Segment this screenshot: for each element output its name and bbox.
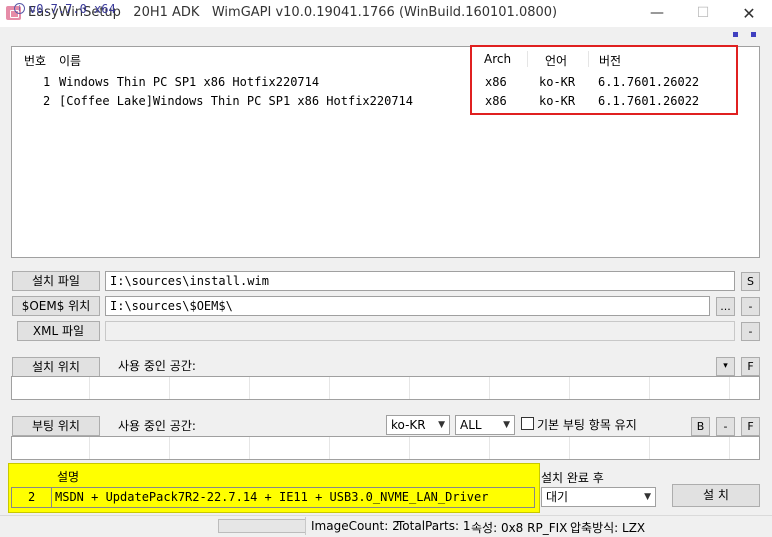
boot-b-button[interactable]: B <box>691 417 710 436</box>
description-header[interactable]: 설명 <box>57 468 79 485</box>
xml-file-button[interactable]: XML 파일 <box>17 321 100 341</box>
install-button[interactable]: 설 치 <box>672 484 760 507</box>
after-install-value: 대기 <box>546 490 569 504</box>
status-image-count: ImageCount: 2 <box>311 519 400 533</box>
status-compression: 압축방식: LZX <box>570 521 646 535</box>
boot-remove-button[interactable]: - <box>716 417 735 436</box>
boot-scope-select[interactable]: ALL ▼ <box>455 415 515 435</box>
version-label: v0.7.7.0 x64 <box>29 2 116 16</box>
info-icon[interactable]: i <box>14 3 25 14</box>
chevron-down-icon: ▼ <box>644 492 651 502</box>
status-attribute: 속성: 0x8 RP_FIX <box>471 521 568 535</box>
install-partition-grid[interactable] <box>11 376 760 400</box>
install-file-s-button[interactable]: S <box>741 272 760 291</box>
maximize-button[interactable]: ☐ <box>680 0 726 27</box>
boot-scope-value: ALL <box>460 418 482 432</box>
column-header-name[interactable]: 이름 <box>59 52 81 69</box>
oem-location-path[interactable]: I:\sources\$OEM$\ <box>105 296 710 316</box>
install-location-button[interactable]: 설치 위치 <box>12 357 100 377</box>
boot-space-label: 사용 중인 공간: <box>118 419 196 433</box>
chevron-down-icon: ▼ <box>503 420 510 430</box>
description-index: 2 <box>28 490 36 504</box>
boot-f-button[interactable]: F <box>741 417 760 436</box>
option-dot-1[interactable] <box>733 32 738 37</box>
close-button[interactable]: ✕ <box>726 0 772 27</box>
minimize-button[interactable]: — <box>634 0 680 27</box>
row-2-index[interactable]: 2 <box>43 94 50 108</box>
progress-bar <box>218 519 306 533</box>
install-space-label: 사용 중인 공간: <box>118 359 196 373</box>
description-row[interactable]: 2 MSDN + UpdatePack7R2-22.7.14 + IE11 + … <box>11 487 535 508</box>
install-file-button[interactable]: 설치 파일 <box>12 271 100 291</box>
after-install-label: 설치 완료 후 <box>541 471 604 485</box>
boot-location-button[interactable]: 부팅 위치 <box>12 416 100 436</box>
xml-remove-button[interactable]: - <box>741 322 760 341</box>
chevron-down-icon: ▼ <box>438 420 445 430</box>
keep-boot-entry-checkbox[interactable] <box>521 417 534 430</box>
install-location-dropdown[interactable]: ▾ <box>716 357 735 376</box>
boot-language-value: ko-KR <box>391 418 426 432</box>
status-separator <box>305 517 306 535</box>
boot-partition-grid[interactable] <box>11 436 760 460</box>
keep-boot-entry-label[interactable]: 기본 부팅 항목 유지 <box>537 416 637 433</box>
column-header-index[interactable]: 번호 <box>24 52 46 69</box>
oem-remove-button[interactable]: - <box>741 297 760 316</box>
xml-file-path[interactable] <box>105 321 735 341</box>
status-total-parts: TotalParts: 1 <box>397 519 471 533</box>
arch-lang-version-highlight <box>470 45 738 115</box>
install-location-f-button[interactable]: F <box>741 357 760 376</box>
oem-location-button[interactable]: $OEM$ 위치 <box>12 296 100 316</box>
description-text: MSDN + UpdatePack7R2-22.7.14 + IE11 + US… <box>55 490 489 504</box>
option-dot-2[interactable] <box>751 32 756 37</box>
row-1-index[interactable]: 1 <box>43 75 50 89</box>
description-divider <box>51 488 52 507</box>
row-1-name[interactable]: Windows Thin PC SP1 x86 Hotfix220714 <box>59 75 319 89</box>
install-file-path[interactable]: I:\sources\install.wim <box>105 271 735 291</box>
boot-language-select[interactable]: ko-KR ▼ <box>386 415 450 435</box>
oem-browse-button[interactable]: ... <box>716 297 735 316</box>
after-install-select[interactable]: 대기 ▼ <box>541 487 656 507</box>
row-2-name[interactable]: [Coffee Lake]Windows Thin PC SP1 x86 Hot… <box>59 94 413 108</box>
